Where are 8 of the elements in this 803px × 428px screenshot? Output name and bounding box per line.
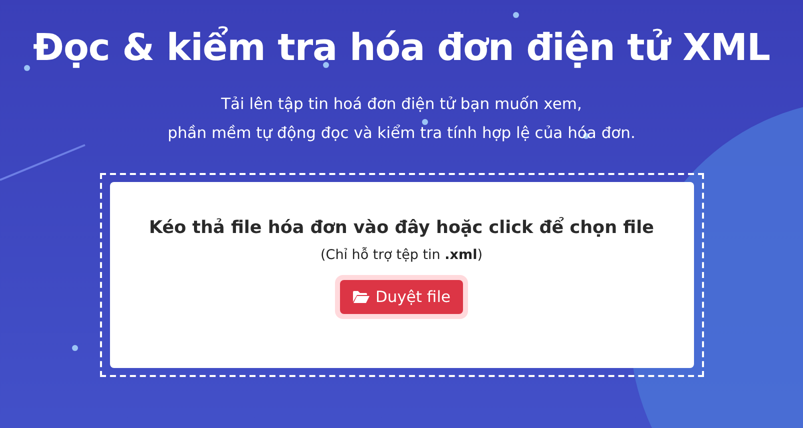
browse-file-button[interactable]: Duyệt file: [340, 280, 463, 314]
dropzone-heading: Kéo thả file hóa đơn vào đây hoặc click để chọn file: [149, 218, 654, 238]
subtitle-line: Tải lên tập tin hoá đơn điện tử bạn muốn xem,: [221, 94, 582, 115]
folder-icon: [352, 290, 370, 304]
file-type-note: (Chỉ hỗ trợ tệp tin .xml): [320, 247, 482, 263]
subtitle-line: phần mềm tự động đọc và kiểm tra tính hợp lệ của hóa đơn.: [168, 123, 636, 144]
dropzone[interactable]: Kéo thả file hóa đơn vào đây hoặc click để chọn file (Chỉ hỗ trợ tệp tin .xml) Duyệt file: [100, 173, 704, 377]
page-title: Đọc & kiểm tra hóa đơn điện tử XML: [32, 25, 770, 71]
